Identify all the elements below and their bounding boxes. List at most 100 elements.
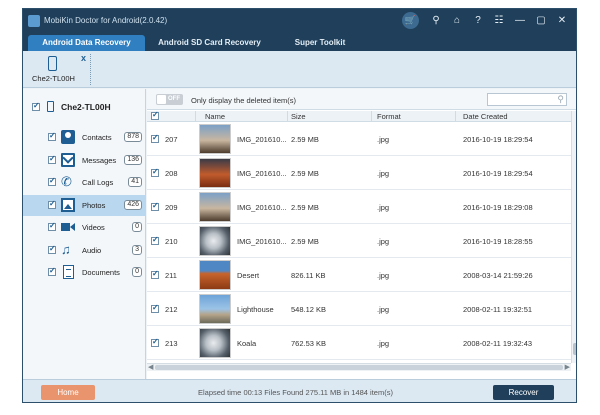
row-checkbox[interactable] [151,167,159,177]
recover-button[interactable]: Recover [493,385,554,400]
phone-icon [48,56,57,71]
documents-checkbox[interactable] [48,266,56,276]
vertical-scrollbar[interactable] [571,111,576,363]
device-card[interactable]: x Che2-TL00H [29,53,91,85]
file-name: Koala [237,339,257,348]
sidebar-item-label: Documents [82,268,120,277]
photos-icon [61,198,75,212]
row-checkbox[interactable] [151,303,159,313]
item-count-badge: 878 [124,132,142,142]
table-row[interactable]: 207 IMG_201610... 2.59 MB .jpg 2016-10-1… [147,122,571,156]
scrollbar-thumb[interactable] [155,365,563,370]
close-icon[interactable]: ✕ [554,13,570,29]
file-format: .jpg [377,305,390,314]
sidebar-item-photos[interactable]: Photos 426 [23,195,145,216]
row-id: 211 [165,271,177,280]
row-checkbox[interactable] [151,133,159,143]
table-header: Name Size Format Date Created [147,110,571,122]
tab-android-data-recovery[interactable]: Android Data Recovery [28,35,145,51]
horizontal-scrollbar[interactable]: ◀ ▶ [147,363,571,371]
minimize-icon[interactable]: — [512,13,528,29]
row-id: 207 [165,135,178,144]
select-all-checkbox[interactable] [151,110,159,120]
column-header-size[interactable]: Size [291,112,306,121]
sidebar-item-audio[interactable]: ♫ Audio 3 [23,240,145,261]
cart-icon[interactable]: 🛒 [402,12,419,29]
column-divider [455,111,456,122]
toggle-knob [157,95,166,104]
file-name: Desert [237,271,260,280]
call-logs-checkbox[interactable] [48,176,56,186]
sidebar-item-label: Messages [82,156,117,165]
tab-super-toolkit[interactable]: Super Toolkit [280,35,360,51]
home-button[interactable]: Home [41,385,95,400]
file-date: 2016-10-19 18:29:54 [463,135,533,144]
row-checkbox[interactable] [151,201,159,211]
sidebar-item-call-logs[interactable]: ✆ Call Logs 41 [23,172,145,193]
item-count-badge: 0 [132,222,142,232]
column-header-name[interactable]: Name [205,112,225,121]
help-icon[interactable]: ? [470,13,486,29]
table-row[interactable]: 210 IMG_201610... 2.59 MB .jpg 2016-10-1… [147,224,571,258]
column-header-format[interactable]: Format [377,112,401,121]
scan-status: Elapsed time 00:13 Files Found 275.11 MB… [198,388,393,397]
row-checkbox[interactable] [151,269,159,279]
photo-thumbnail [199,124,231,154]
sidebar-item-contacts[interactable]: Contacts 878 [23,127,145,148]
sidebar-root[interactable]: Che2-TL00H [32,101,111,112]
file-format: .jpg [377,169,390,178]
table-row[interactable]: 211 Desert 826.11 KB .jpg 2008-03-14 21:… [147,258,571,292]
scroll-left-icon[interactable]: ◀ [148,363,153,371]
photo-thumbnail [199,158,231,188]
contacts-checkbox[interactable] [48,131,56,141]
table-row[interactable]: 212 Lighthouse 548.12 KB .jpg 2008-02-11… [147,292,571,326]
tab-android-sd-card-recovery[interactable]: Android SD Card Recovery [147,35,272,51]
search-icon[interactable]: ⚲ [557,94,564,105]
key-icon[interactable]: ⚲ [428,13,444,29]
sidebar-item-messages[interactable]: Messages 136 [23,150,145,171]
file-date: 2016-10-19 18:29:08 [463,203,533,212]
item-count-badge: 3 [132,245,142,255]
photo-thumbnail [199,294,231,324]
table-row[interactable]: 209 IMG_201610... 2.59 MB .jpg 2016-10-1… [147,190,571,224]
item-count-badge: 136 [124,155,142,165]
row-checkbox[interactable] [151,235,159,245]
file-name: IMG_201610... [237,237,287,246]
toggle-state-label: OFF [168,96,180,102]
deleted-only-toggle[interactable]: OFF [156,94,183,105]
messages-icon [61,153,75,167]
file-size: 2.59 MB [291,237,319,246]
title-bar: MobiKin Doctor for Android(2.0.42) 🛒 ⚲ ⌂… [23,9,576,33]
file-size: 2.59 MB [291,169,319,178]
scrollbar-thumb[interactable] [573,343,576,355]
messages-checkbox[interactable] [48,154,56,164]
photos-checkbox[interactable] [48,199,56,209]
phone-icon [47,101,54,112]
column-header-date-created[interactable]: Date Created [463,112,508,121]
device-close-icon[interactable]: x [81,53,86,63]
maximize-icon[interactable]: ▢ [533,13,549,29]
register-icon[interactable]: ☷ [491,13,507,29]
audio-checkbox[interactable] [48,244,56,254]
row-id: 213 [165,339,178,348]
home-icon[interactable]: ⌂ [449,13,465,29]
app-window: MobiKin Doctor for Android(2.0.42) 🛒 ⚲ ⌂… [22,8,577,403]
row-checkbox[interactable] [151,337,159,347]
root-checkbox[interactable] [32,101,40,111]
sidebar-item-label: Call Logs [82,178,114,187]
filter-bar: OFF Only display the deleted item(s) ⚲ [147,89,576,110]
audio-icon: ♫ [61,242,71,257]
photo-thumbnail [199,328,231,358]
sidebar-item-videos[interactable]: Videos 0 [23,217,145,238]
device-bar: x Che2-TL00H [23,51,576,88]
file-date: 2008-03-14 21:59:26 [463,271,533,280]
scroll-right-icon[interactable]: ▶ [565,363,570,371]
title-bar-controls: 🛒 ⚲ ⌂ ? ☷ — ▢ ✕ [397,12,570,29]
file-format: .jpg [377,271,390,280]
sidebar-item-documents[interactable]: Documents 0 [23,262,145,283]
table-row[interactable]: 213 Koala 762.53 KB .jpg 2008-02-11 19:3… [147,326,571,360]
table-row[interactable]: 208 IMG_201610... 2.59 MB .jpg 2016-10-1… [147,156,571,190]
videos-checkbox[interactable] [48,221,56,231]
device-name: Che2-TL00H [32,74,75,83]
search-input[interactable]: ⚲ [487,93,567,106]
